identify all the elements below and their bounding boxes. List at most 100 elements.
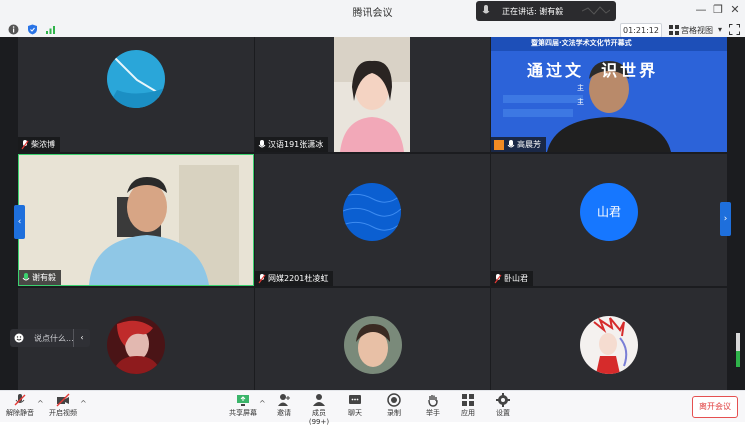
participant-avatar — [107, 50, 165, 108]
previous-page-button[interactable]: ‹ — [14, 205, 25, 239]
apps-label: 应用 — [461, 409, 475, 417]
chevron-up-icon[interactable]: ^ — [80, 399, 87, 408]
participant-video — [19, 155, 253, 285]
leave-meeting-button[interactable]: 离开会议 — [692, 396, 738, 418]
host-icon — [494, 139, 504, 150]
audio-level-icon — [736, 333, 740, 367]
invite-button[interactable]: 邀请 — [267, 393, 301, 418]
next-page-button[interactable]: › — [720, 202, 731, 236]
status-bar: 01:21:12 宫格视图 ▾ — [0, 22, 745, 38]
participant-tile[interactable]: 柴浓博 — [18, 37, 254, 152]
chevron-down-icon: ▾ — [718, 25, 723, 34]
chevron-up-icon[interactable]: ^ — [37, 399, 44, 408]
camera-off-icon — [56, 393, 70, 407]
banner-main-text: 通过文 识世界 — [527, 61, 659, 80]
participant-avatar — [580, 316, 638, 374]
raise-hand-button[interactable]: 举手 — [416, 393, 450, 418]
banner-sub-text: 主 — [577, 98, 584, 106]
unmute-button[interactable]: 解除静音 — [3, 393, 37, 418]
participant-name: 柴浓博 — [31, 140, 55, 149]
participant-tile[interactable]: 汉语191张潇冰 — [255, 37, 490, 152]
signal-icon — [46, 26, 55, 34]
participant-tile-active-speaker[interactable]: 谢有毅 — [18, 154, 254, 286]
info-icon[interactable] — [8, 24, 19, 35]
participant-tile[interactable]: 暨第四届·文法学术文化节开幕式 通过文 识世界 主 主 高晨芳 — [491, 37, 727, 152]
participant-avatar — [107, 316, 165, 374]
participant-avatar — [343, 183, 401, 241]
participant-name: 高晨芳 — [517, 140, 541, 149]
meeting-timer: 01:21:12 — [620, 23, 662, 38]
audio-wave-icon — [582, 6, 610, 15]
members-icon — [313, 394, 325, 406]
record-button[interactable]: 录制 — [377, 393, 411, 418]
record-label: 录制 — [387, 409, 401, 417]
chevron-up-icon[interactable]: ^ — [259, 399, 266, 408]
mic-muted-icon — [258, 273, 266, 283]
gear-icon — [496, 393, 510, 407]
participant-name: 网媒2201杜凌虹 — [268, 274, 329, 283]
participant-tile[interactable] — [255, 288, 490, 390]
fullscreen-icon[interactable] — [729, 24, 740, 35]
participant-nametag: 卧山君 — [491, 271, 533, 286]
members-button[interactable]: 成员(99+) — [302, 393, 336, 426]
start-video-button[interactable]: 开启视频 — [46, 393, 80, 418]
window-title: 腾讯会议 — [352, 8, 393, 19]
collapse-chat-button[interactable]: ‹ — [73, 329, 90, 347]
avatar-initials: 山君 — [596, 205, 621, 219]
title-bar: 腾讯会议 — ❐ ✕ — [0, 0, 745, 22]
share-screen-label: 共享屏幕 — [229, 409, 257, 417]
raise-hand-label: 举手 — [426, 409, 440, 417]
participant-nametag: 高晨芳 — [491, 137, 546, 152]
participant-name: 谢有毅 — [32, 273, 56, 282]
speaking-name: 谢有毅 — [539, 7, 564, 16]
emoji-icon[interactable] — [14, 333, 24, 343]
invite-icon — [278, 394, 290, 406]
apps-icon — [462, 394, 474, 406]
participant-name: 汉语191张潇冰 — [268, 140, 324, 149]
chat-button[interactable]: 聊天 — [338, 393, 372, 418]
minimize-button[interactable]: — — [694, 3, 708, 16]
banner-top-text: 暨第四届·文法学术文化节开幕式 — [531, 39, 632, 47]
chat-icon — [349, 395, 361, 404]
mic-icon — [507, 139, 515, 147]
chat-label: 聊天 — [348, 409, 362, 417]
banner-sub-text: 主 — [577, 84, 584, 92]
participant-nametag: 柴浓博 — [18, 137, 60, 152]
quick-chat-input[interactable]: 说点什么... ‹ — [10, 329, 90, 347]
bottom-toolbar: 解除静音 ^ 开启视频 ^ 共享屏幕 ^ 邀请 成员(99+) 聊天 录制 举手… — [0, 390, 745, 426]
participant-tile[interactable]: 网媒2201杜凌虹 — [255, 154, 490, 286]
participant-video — [334, 37, 410, 152]
settings-label: 设置 — [496, 409, 510, 417]
share-screen-button[interactable]: 共享屏幕 — [226, 393, 260, 418]
mic-icon — [258, 139, 266, 147]
start-video-label: 开启视频 — [49, 409, 77, 417]
mic-speaking-icon — [22, 272, 30, 280]
share-screen-icon — [237, 395, 249, 406]
grid-icon — [669, 25, 679, 35]
members-label: 成员(99+) — [308, 409, 330, 426]
participant-tile[interactable] — [491, 288, 727, 390]
mic-muted-icon — [14, 394, 26, 406]
participant-nametag: 谢有毅 — [19, 270, 61, 285]
participant-nametag: 汉语191张潇冰 — [255, 137, 329, 152]
close-button[interactable]: ✕ — [728, 3, 742, 16]
gallery-view-dropdown[interactable]: 宫格视图 ▾ — [667, 23, 725, 37]
microphone-icon — [482, 5, 490, 14]
speaking-label: 正在讲话: 谢有毅 — [502, 6, 563, 17]
participant-nametag: 网媒2201杜凌虹 — [255, 271, 334, 286]
restore-button[interactable]: ❐ — [711, 3, 725, 16]
shield-icon[interactable] — [27, 24, 38, 35]
speaking-prefix: 正在讲话: — [502, 7, 537, 16]
speaking-indicator: 正在讲话: 谢有毅 — [476, 1, 616, 21]
hand-icon — [428, 395, 438, 407]
apps-button[interactable]: 应用 — [451, 393, 485, 418]
settings-button[interactable]: 设置 — [486, 393, 520, 418]
video-grid: 柴浓博 汉语191张潇冰 暨第四届·文法学术文化节开幕式 通过文 识世界 主 主… — [0, 37, 745, 390]
unmute-label: 解除静音 — [6, 409, 34, 417]
view-label: 宫格视图 — [681, 26, 713, 35]
record-icon — [387, 393, 401, 407]
mic-muted-icon — [21, 139, 29, 149]
mic-muted-icon — [494, 273, 502, 283]
participant-video — [491, 37, 727, 152]
participant-tile[interactable]: 山君 卧山君 — [491, 154, 727, 286]
